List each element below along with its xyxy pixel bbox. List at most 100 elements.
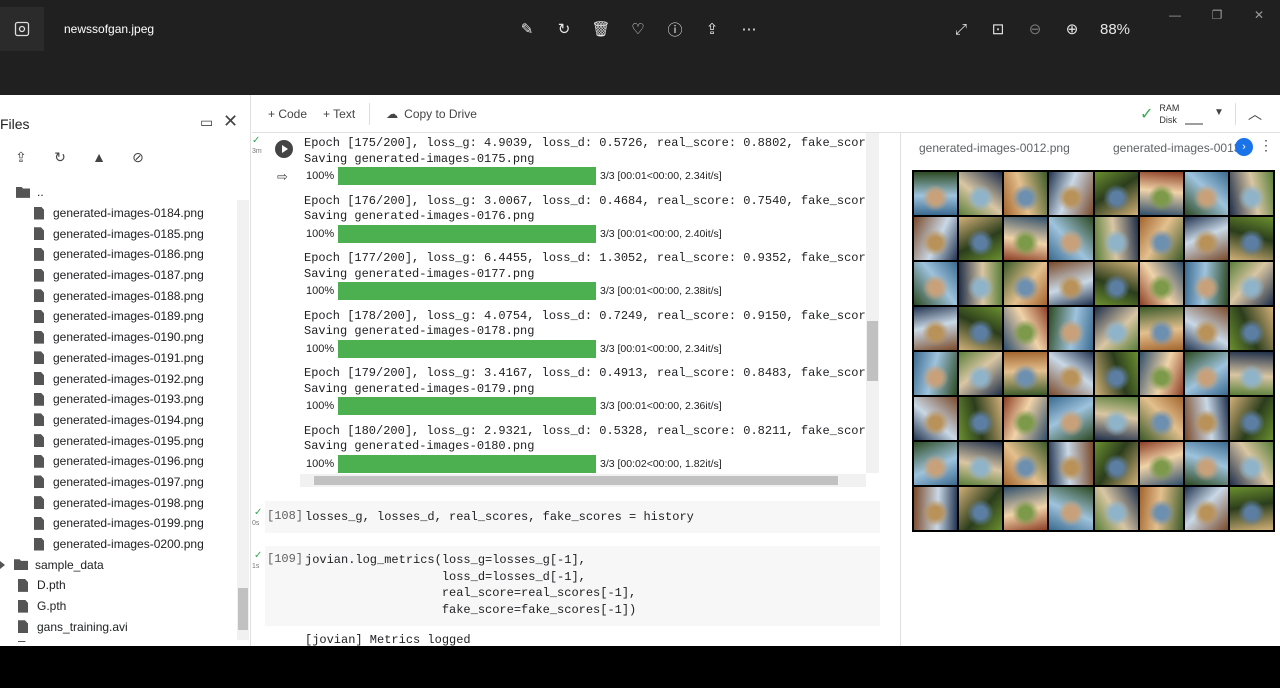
- minimize-icon[interactable]: —: [1154, 0, 1196, 30]
- code-cell-109[interactable]: [109] jovian.log_metrics(loss_g=losses_g…: [265, 546, 880, 626]
- info-icon[interactable]: ⓘ: [666, 20, 684, 39]
- progress-bar-row: 100% 3/3 [00:02<00:00, 1.82it/s]: [306, 454, 722, 473]
- file-item[interactable]: gans_training.avi: [18, 616, 236, 637]
- progress-stats: 3/3 [00:01<00:00, 2.34it/s]: [600, 342, 722, 355]
- generated-image-tile: [1229, 172, 1273, 215]
- hide-files-icon[interactable]: ⊘: [127, 147, 149, 167]
- add-text-button[interactable]: + Text: [323, 107, 355, 121]
- upload-icon[interactable]: ⇪: [10, 147, 32, 167]
- refresh-folder-icon[interactable]: ↻: [49, 147, 71, 167]
- file-item[interactable]: generated-images-0200.png: [34, 534, 236, 555]
- files-scrollbar[interactable]: [237, 200, 249, 640]
- viewer-tools: ✎ ↻ 🗑 ♡ ⓘ ⇪ ⋯: [518, 6, 758, 52]
- epoch-log: Epoch [178/200], loss_g: 4.0754, loss_d:…: [304, 309, 880, 340]
- next-tab-icon[interactable]: ›: [1235, 138, 1253, 156]
- epoch-log: Epoch [175/200], loss_g: 4.9039, loss_d:…: [304, 136, 880, 167]
- code-line: jovian.log_metrics(loss_g=losses_g[-1],: [305, 553, 586, 567]
- output-horizontal-scrollbar[interactable]: [300, 474, 866, 487]
- generated-image-tile: [1184, 487, 1228, 530]
- file-item[interactable]: generated-images-0185.png: [34, 223, 236, 244]
- generated-image-tile: [1094, 262, 1138, 305]
- file-icon: [34, 309, 44, 323]
- drive-icon: ☁: [386, 106, 399, 121]
- more-icon[interactable]: ⋯: [740, 20, 758, 38]
- generated-image-tile: [959, 262, 1003, 305]
- parent-folder[interactable]: ..: [16, 182, 236, 203]
- progress-bar-row: 100% 3/3 [00:01<00:00, 2.40it/s]: [306, 224, 722, 243]
- epoch-line: Epoch [179/200], loss_g: 3.4167, loss_d:…: [304, 366, 880, 380]
- file-item[interactable]: D.pth: [18, 575, 236, 596]
- saving-line: Saving generated-images-0179.png: [304, 381, 535, 396]
- more-options-icon[interactable]: ⋮: [1259, 137, 1273, 154]
- output-options-icon[interactable]: ⇨: [277, 169, 288, 185]
- generated-image-tile: [1004, 172, 1048, 215]
- code-cell-108[interactable]: [108] losses_g, losses_d, real_scores, f…: [265, 501, 880, 533]
- file-item[interactable]: generated-images-0193.png: [34, 389, 236, 410]
- collapse-icon[interactable]: ︿: [1248, 104, 1262, 124]
- saving-line: Saving generated-images-0175.png: [304, 151, 535, 166]
- actual-size-icon[interactable]: ⊡: [989, 20, 1007, 38]
- file-item[interactable]: generated-images-0192.png: [34, 368, 236, 389]
- file-item[interactable]: G.pth: [18, 596, 236, 617]
- code-line: real_score=real_scores[-1],: [305, 586, 637, 600]
- runtime-dropdown-icon[interactable]: ▼: [1214, 107, 1224, 118]
- copy-to-drive-button[interactable]: ☁ Copy to Drive: [386, 107, 477, 121]
- share-icon[interactable]: ⇪: [703, 20, 721, 38]
- file-icon: [34, 268, 44, 282]
- fullscreen-icon[interactable]: ⤢: [952, 20, 970, 38]
- close-panel-icon[interactable]: ✕: [223, 111, 238, 132]
- zoom-in-icon[interactable]: ⊕: [1063, 20, 1081, 38]
- file-item[interactable]: generated-images-0186.png: [34, 244, 236, 265]
- output-vertical-scrollbar[interactable]: [866, 133, 879, 473]
- progress-bar-row: 100% 3/3 [00:01<00:00, 2.36it/s]: [306, 397, 722, 415]
- generated-image-tile: [1049, 172, 1093, 215]
- file-item[interactable]: generated-images-0190.png: [34, 327, 236, 348]
- generated-image-tile: [1049, 217, 1093, 260]
- generated-image-tile: [1004, 307, 1048, 350]
- file-item[interactable]: kaggle.json: [18, 637, 236, 642]
- open-in-window-icon[interactable]: ▭: [200, 114, 213, 131]
- file-item[interactable]: generated-images-0189.png: [34, 306, 236, 327]
- file-item[interactable]: generated-images-0188.png: [34, 285, 236, 306]
- mount-drive-icon[interactable]: ▲: [88, 147, 110, 167]
- saving-line: Saving generated-images-0178.png: [304, 324, 535, 338]
- tab-image-0012[interactable]: generated-images-0012.png: [919, 141, 1070, 155]
- folder-item[interactable]: sample_data: [0, 554, 236, 575]
- file-item[interactable]: generated-images-0191.png: [34, 348, 236, 369]
- generated-image-tile: [1139, 172, 1183, 215]
- file-item[interactable]: generated-images-0187.png: [34, 265, 236, 286]
- file-icon: [34, 351, 44, 365]
- file-item[interactable]: generated-images-0199.png: [34, 513, 236, 534]
- expand-arrow-icon[interactable]: [0, 560, 5, 569]
- file-item[interactable]: generated-images-0194.png: [34, 410, 236, 431]
- generated-image-tile: [959, 217, 1003, 260]
- file-icon: [18, 599, 28, 613]
- file-item[interactable]: generated-images-0195.png: [34, 430, 236, 451]
- zoom-level[interactable]: 88%: [1100, 20, 1130, 38]
- restore-icon[interactable]: ❐: [1196, 0, 1238, 30]
- generated-image-tile: [959, 307, 1003, 350]
- add-code-button[interactable]: + Code: [268, 107, 307, 121]
- delete-icon[interactable]: 🗑: [591, 20, 610, 38]
- favorite-icon[interactable]: ♡: [629, 20, 647, 38]
- file-tree: .. generated-images-0184.png generated-im…: [0, 182, 236, 642]
- zoom-out-icon[interactable]: ⊖: [1026, 20, 1044, 38]
- rotate-icon[interactable]: ↻: [555, 20, 573, 38]
- ram-disk-indicator[interactable]: ✓ RAM Disk: [1140, 102, 1204, 126]
- file-item[interactable]: generated-images-0196.png: [34, 451, 236, 472]
- photos-app-icon[interactable]: [0, 7, 44, 51]
- edit-icon[interactable]: ✎: [518, 20, 536, 38]
- progress-stats: 3/3 [00:01<00:00, 2.38it/s]: [600, 285, 722, 297]
- progress-stats: 3/3 [00:01<00:00, 2.36it/s]: [600, 400, 722, 412]
- close-window-icon[interactable]: ✕: [1238, 0, 1280, 30]
- file-item[interactable]: generated-images-0198.png: [34, 492, 236, 513]
- file-item[interactable]: generated-images-0184.png: [34, 203, 236, 224]
- generated-image-tile: [1229, 487, 1273, 530]
- file-item[interactable]: generated-images-0197.png: [34, 472, 236, 493]
- tab-image-next[interactable]: generated-images-0013.png: [1113, 141, 1243, 155]
- file-icon: [34, 475, 44, 489]
- progress-percent: 100%: [306, 227, 335, 240]
- generated-image-tile: [1049, 397, 1093, 440]
- generated-image-tile: [1184, 262, 1228, 305]
- run-cell-button[interactable]: [274, 139, 294, 159]
